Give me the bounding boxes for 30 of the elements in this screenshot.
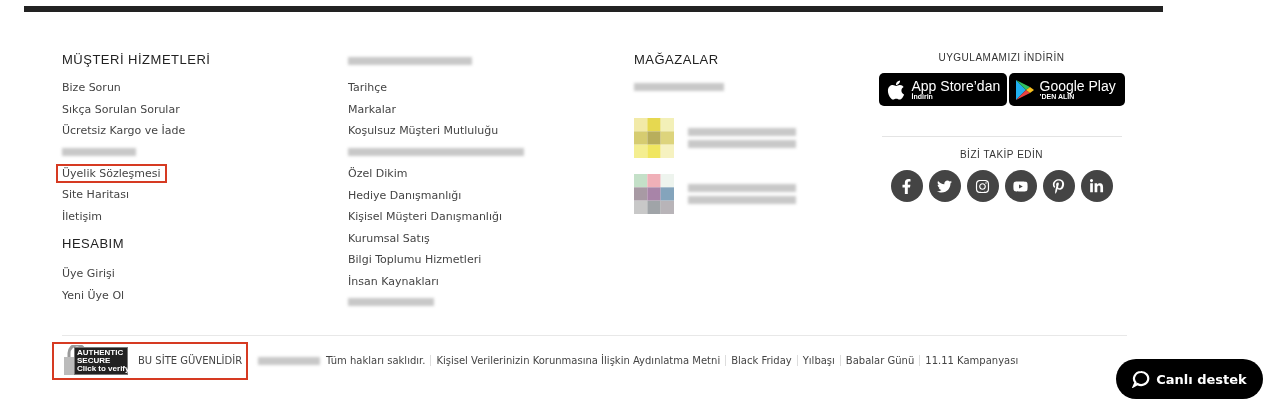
live-support-button[interactable]: Canlı destek: [1116, 359, 1263, 399]
secure-label: BU SİTE GÜVENLİDİR: [138, 355, 243, 366]
footer-link[interactable]: Kişisel Verilerinizin Korunmasına İlişkin Aydınlatma Metni: [430, 355, 726, 366]
footer-link[interactable]: Site Haritası: [62, 187, 130, 209]
footer-link[interactable]: Bize Sorun: [62, 80, 121, 102]
footer-link[interactable]: Kişisel Müşteri Danışmanlığı: [348, 209, 502, 231]
section-heading: BİZİ TAKİP EDİN: [959, 149, 1044, 160]
footer-link[interactable]: Üye Girişi: [62, 266, 115, 288]
column-heading: MÜŞTERİ HİZMETLERİ: [62, 52, 211, 69]
copyright-text: Tüm hakları saklıdır.: [326, 355, 427, 366]
footer-link[interactable]: Babalar Günü: [839, 355, 920, 366]
footer-link[interactable]: 11.11 Kampanyası: [919, 355, 1024, 366]
footer-link[interactable]: İnsan Kaynakları: [348, 273, 439, 295]
footer-link[interactable]: Üyelik Sözleşmesi: [56, 164, 167, 183]
section-heading: HESABIM: [62, 236, 124, 253]
section-heading: UYGULAMAMIZI İNDİRİN: [938, 52, 1065, 63]
footer-link[interactable]: Yılbaşı: [796, 355, 840, 366]
footer-link[interactable]: Black Friday: [725, 355, 797, 366]
footer-link[interactable]: Bilgi Toplumu Hizmetleri: [348, 252, 482, 274]
footer-link[interactable]: Yeni Üye Ol: [62, 287, 125, 309]
footer-link[interactable]: Ücretsiz Kargo ve İade: [62, 123, 186, 145]
footer-link[interactable]: Kurumsal Satış: [348, 230, 430, 252]
footer-link[interactable]: Sıkça Sorulan Sorular: [62, 101, 180, 123]
footer-link[interactable]: Hediye Danışmanlığı: [348, 187, 462, 209]
footer-link[interactable]: Markalar: [348, 101, 396, 123]
footer-link[interactable]: Özel Dikim: [348, 166, 408, 188]
footer-link[interactable]: Tarihçe: [348, 80, 387, 102]
footer-link[interactable]: İletişim: [62, 208, 102, 230]
footer-link[interactable]: Koşulsuz Müşteri Mutluluğu: [348, 123, 499, 145]
column-heading: MAĞAZALAR: [634, 52, 719, 69]
